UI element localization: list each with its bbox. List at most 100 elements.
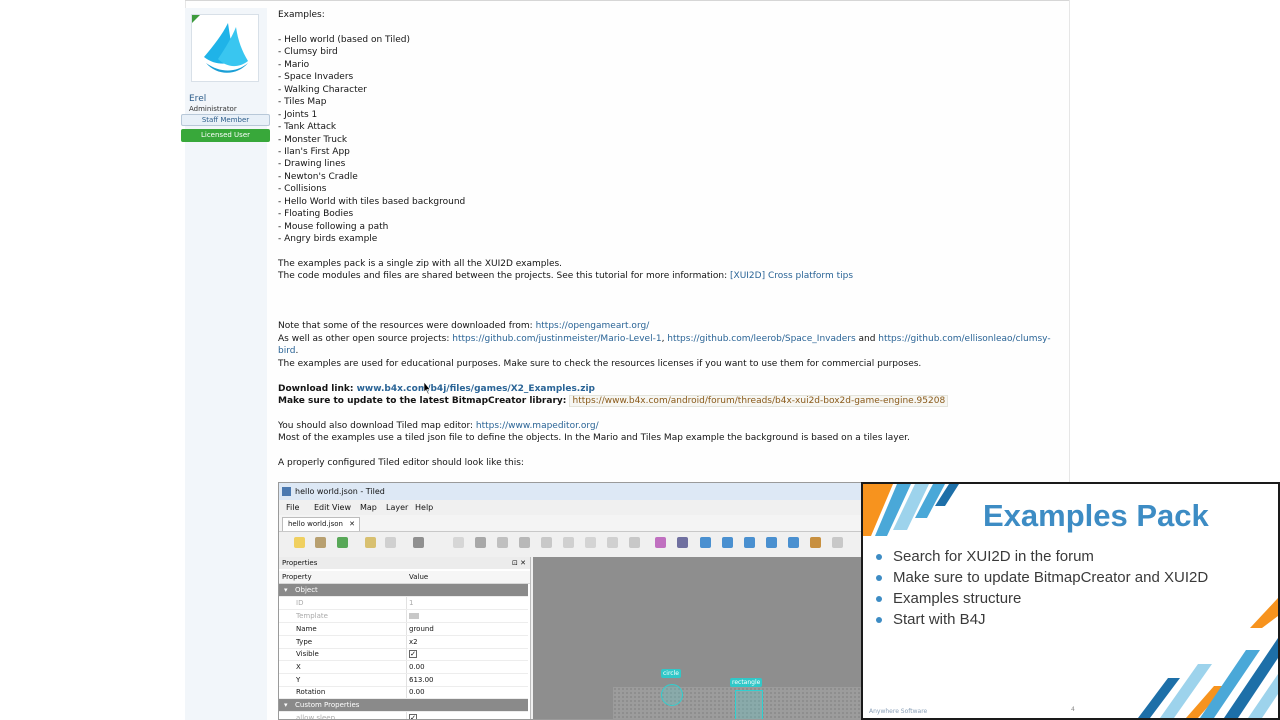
group-custom-row[interactable]: ▾ Custom Properties [279, 699, 528, 712]
avatar[interactable] [191, 14, 259, 82]
insert-tile-icon[interactable] [766, 537, 777, 548]
visible-checkbox[interactable]: ✓ [409, 650, 417, 658]
insert-rectangle-icon[interactable] [655, 537, 666, 548]
panel-controls-icon[interactable]: ⊡ ✕ [512, 557, 526, 569]
undo-icon[interactable] [365, 537, 376, 548]
pack-text: The examples pack is a single zip with a… [278, 259, 563, 270]
mapeditor-link[interactable]: https://www.mapeditor.org/ [476, 421, 599, 431]
slide-stripes-top [863, 484, 959, 536]
insert-text-icon[interactable] [810, 537, 821, 548]
edit-polygons-icon[interactable] [629, 537, 640, 548]
online-indicator [192, 15, 200, 23]
menu-edit[interactable]: Edit [314, 501, 330, 515]
rect-select-icon[interactable] [541, 537, 552, 548]
insert-polyline-icon[interactable] [744, 537, 755, 548]
menu-view[interactable]: View [332, 501, 351, 515]
download-link[interactable]: www.b4x.com/b4j/files/games/X2_Examples.… [357, 384, 595, 394]
slide-bullet: Make sure to update BitmapCreator and XU… [873, 567, 1208, 588]
user-name[interactable]: Erel [189, 94, 206, 104]
property-row-rotation[interactable]: Rotation 0.00 [279, 686, 528, 699]
property-row-template[interactable]: Template [279, 610, 528, 623]
tiled-line: You should also download Tiled map edito… [278, 420, 1058, 432]
menu-file[interactable]: File [286, 501, 299, 515]
group-object-row[interactable]: ▾ Object [279, 584, 528, 597]
example-item: - Space Invaders [278, 72, 354, 83]
tiled-tabbar: hello world.json ✕ [279, 515, 861, 532]
property-row-allow-sleep[interactable]: allow sleep ✓ [279, 712, 528, 720]
rectangle-object[interactable] [735, 690, 763, 719]
misc-tool-icon[interactable] [832, 537, 843, 548]
allow-sleep-checkbox[interactable]: ✓ [409, 714, 417, 719]
circle-object[interactable] [661, 684, 683, 706]
property-row-id[interactable]: ID 1 [279, 597, 528, 610]
fill-icon[interactable] [497, 537, 508, 548]
tiled-menubar: File Edit View Map Layer Help [279, 501, 861, 515]
example-item: - Mario [278, 59, 310, 70]
opengameart-link[interactable]: https://opengameart.org/ [536, 321, 650, 331]
magic-wand-icon[interactable] [563, 537, 574, 548]
tiled-editor-screenshot[interactable]: hello world.json - Tiled File Edit View … [278, 482, 862, 720]
col-value: Value [409, 573, 429, 581]
group-custom-label: Custom Properties [295, 701, 360, 709]
redo-icon[interactable] [385, 537, 396, 548]
property-key: Rotation [296, 688, 326, 696]
menu-map[interactable]: Map [360, 501, 377, 515]
cross-platform-tips-link[interactable]: [XUI2D] Cross platform tips [730, 271, 853, 281]
example-item: - Tank Attack [278, 122, 337, 133]
download-label: Download link: [278, 383, 357, 394]
property-value: 0.00 [409, 688, 425, 696]
example-item: - Drawing lines [278, 159, 346, 170]
insert-polygon-icon[interactable] [722, 537, 733, 548]
menu-help[interactable]: Help [415, 501, 433, 515]
space-invaders-link[interactable]: https://github.com/leerob/Space_Invaders [667, 334, 855, 344]
stamp-icon[interactable] [453, 537, 464, 548]
slide-title: Examples Pack [983, 498, 1209, 533]
property-key: Y [296, 676, 301, 684]
slide-bullet: Search for XUI2D in the forum [873, 546, 1208, 567]
bitmapcreator-link[interactable]: https://www.b4x.com/android/forum/thread… [569, 394, 949, 407]
insert-template-icon[interactable] [788, 537, 799, 548]
group-object-label: Object [295, 586, 318, 594]
and-text: and [855, 333, 879, 344]
select-same-icon[interactable] [585, 537, 596, 548]
terrain-icon[interactable] [475, 537, 486, 548]
user-title: Administrator [189, 105, 237, 113]
tab-hello-world[interactable]: hello world.json ✕ [282, 517, 360, 531]
menu-layer[interactable]: Layer [386, 501, 408, 515]
col-property: Property [282, 573, 312, 581]
example-item: - Hello world (based on Tiled) [278, 34, 411, 45]
property-row-type[interactable]: Type x2 [279, 636, 528, 649]
select-objects-icon[interactable] [607, 537, 618, 548]
properties-title: Properties [282, 559, 318, 567]
text-cursor-icon [423, 382, 431, 394]
property-value: 613.00 [409, 676, 434, 684]
insert-point-icon[interactable] [677, 537, 688, 548]
post-content: Examples: - Hello world (based on Tiled)… [278, 9, 1058, 470]
tab-label: hello world.json [288, 520, 343, 528]
properties-columns: Property Value [279, 571, 530, 584]
property-row-x[interactable]: X 0.00 [279, 661, 528, 674]
new-map-icon[interactable] [294, 537, 305, 548]
b4x-logo-icon [204, 23, 248, 73]
example-item: - Mouse following a path [278, 221, 389, 232]
map-canvas[interactable]: circle rectangle [533, 557, 861, 719]
example-item: - Monster Truck [278, 134, 348, 145]
example-item: - Angry birds example [278, 234, 378, 245]
mario-level-link[interactable]: https://github.com/justinmeister/Mario-L… [452, 334, 661, 344]
property-row-y[interactable]: Y 613.00 [279, 674, 528, 687]
educational-text: The examples are used for educational pu… [278, 358, 922, 369]
eraser-icon[interactable] [519, 537, 530, 548]
template-icon [409, 613, 419, 619]
property-row-visible[interactable]: Visible ✓ [279, 648, 528, 661]
resources-label: Note that some of the resources were dow… [278, 321, 536, 332]
circle-label: circle [661, 669, 681, 678]
property-value: 0.00 [409, 663, 425, 671]
property-row-name[interactable]: Name ground [279, 623, 528, 636]
open-icon[interactable] [315, 537, 326, 548]
properties-panel-header: Properties ⊡ ✕ [279, 557, 530, 569]
save-icon[interactable] [337, 537, 348, 548]
property-key: allow sleep [296, 714, 336, 720]
insert-ellipse-icon[interactable] [700, 537, 711, 548]
commands-icon[interactable] [413, 537, 424, 548]
tab-close-icon[interactable]: ✕ [349, 518, 355, 531]
